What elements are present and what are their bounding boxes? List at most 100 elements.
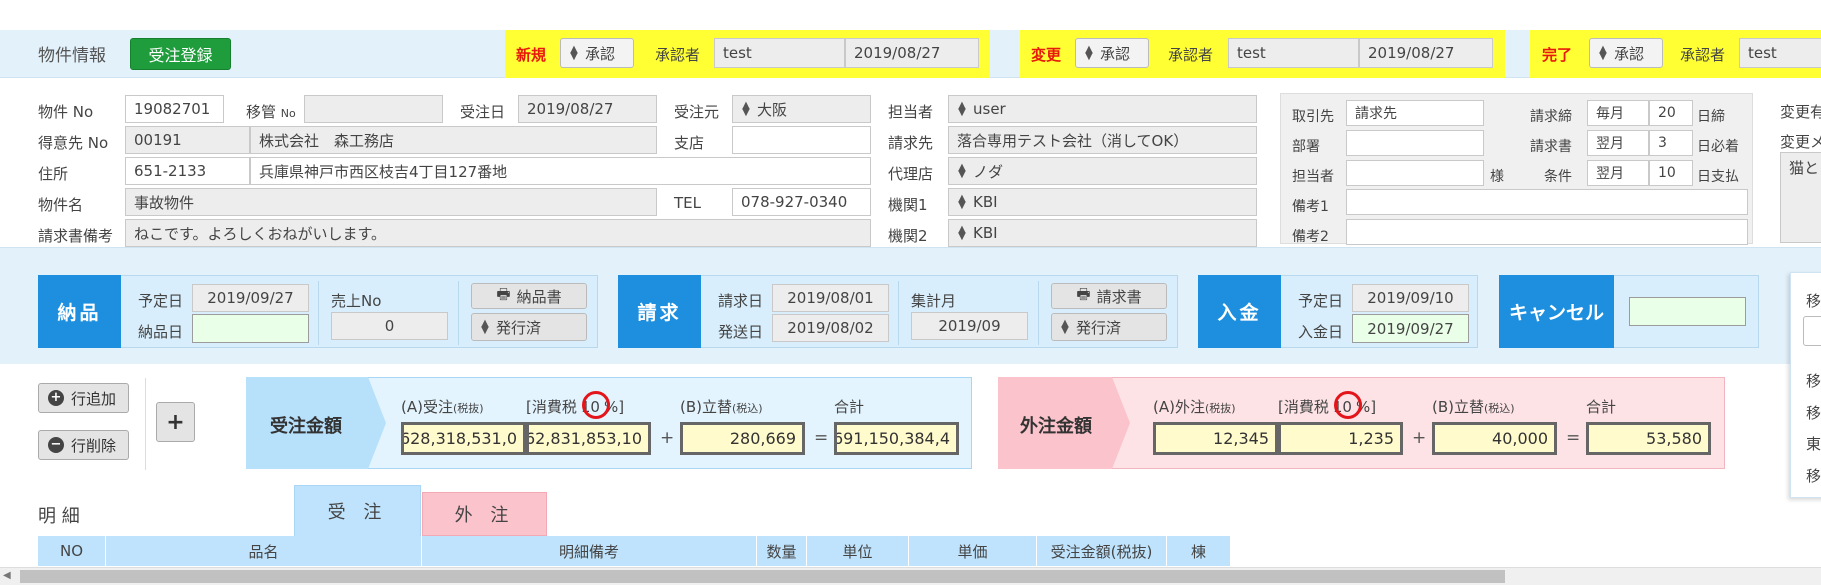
closing-day-field[interactable]: 20 (1649, 100, 1693, 126)
agency1-select[interactable]: ▲ ▼ KBI (948, 188, 1257, 216)
tab-outsource[interactable]: 外 注 (422, 492, 547, 536)
label-juchumoto: 受注元 (674, 103, 720, 121)
tab-order[interactable]: 受 注 (294, 485, 421, 536)
label-kikan2: 機関2 (888, 227, 928, 245)
scroll-left-icon[interactable]: ◀ (3, 570, 11, 581)
payment-scheduled-field[interactable]: 2019/09/10 (1352, 284, 1469, 312)
cancel-field[interactable] (1629, 297, 1746, 326)
closing-cycle-field[interactable]: 毎月 (1587, 100, 1649, 126)
order-a-field[interactable]: 628,318,531,0 (401, 422, 526, 455)
label-jusho: 住所 (38, 165, 69, 183)
highlight-circle (582, 391, 610, 419)
order-total-field[interactable]: 691,150,384,4 (834, 422, 959, 455)
outsource-a-field[interactable]: 12,345 (1153, 422, 1278, 455)
approval-new-status: 新規 (516, 46, 547, 64)
outsource-b-field[interactable]: 40,000 (1432, 422, 1557, 455)
customer-no-field[interactable]: 00191 (125, 126, 250, 154)
approver-field[interactable]: test (1739, 38, 1821, 68)
invoice-cycle-field[interactable]: 翌月 (1587, 130, 1649, 156)
col-no[interactable]: NO (38, 536, 106, 566)
delivered-date-field[interactable] (192, 314, 309, 343)
col-order-amount[interactable]: 受注金額(税抜) (1037, 536, 1167, 566)
updown-icon: ▲ ▼ (958, 162, 966, 180)
approval-change-select[interactable]: ▲ ▼ 承認 (1075, 38, 1149, 68)
updown-icon: ▲ ▼ (958, 224, 966, 242)
order-source-select[interactable]: ▲ ▼ 大阪 (732, 95, 871, 123)
zip-field[interactable]: 651-2133 (125, 157, 250, 185)
side-field[interactable] (1803, 316, 1821, 346)
payment-day-field[interactable]: 10 (1649, 160, 1693, 186)
approver-field[interactable]: test (714, 38, 845, 68)
payment-cycle-field[interactable]: 翌月 (1587, 160, 1649, 186)
label-paid: 入金日 (1298, 323, 1344, 341)
invoice-day-field[interactable]: 3 (1649, 130, 1693, 156)
billing-note1-field[interactable] (1346, 189, 1748, 215)
agency2-select[interactable]: ▲ ▼ KBI (948, 219, 1257, 247)
approver-label: 承認者 (655, 46, 701, 64)
agent-select[interactable]: ▲ ▼ ノダ (948, 157, 1257, 185)
divider (145, 378, 146, 470)
label-biko1: 備考1 (1292, 199, 1329, 215)
col-item-name[interactable]: 品名 (106, 536, 422, 566)
delivery-scheduled-field[interactable]: 2019/09/27 (192, 284, 309, 312)
delivery-print-button[interactable]: 🖶 納品書 (471, 283, 587, 309)
billing-to-field[interactable]: 落合専用テスト会社（消してOK） (948, 126, 1257, 154)
change-memo-field[interactable]: 猫と (1780, 152, 1821, 243)
branch-field[interactable] (732, 126, 871, 154)
printer-icon: 🖶 (496, 284, 511, 303)
label-shiharai: 日支払 (1697, 169, 1739, 185)
plus-sign: + (660, 428, 675, 448)
payment-title: 入金 (1198, 275, 1281, 348)
invoice-memo-field[interactable]: ねこです。よろしくおねがいします。 (125, 219, 871, 247)
col-quantity[interactable]: 数量 (757, 536, 807, 566)
order-date-field[interactable]: 2019/08/27 (518, 95, 657, 123)
outsource-total-field[interactable]: 53,580 (1586, 422, 1711, 455)
label-seikyu-biko: 請求書備考 (38, 227, 114, 245)
billing-dept-field[interactable] (1346, 130, 1484, 156)
col-detail-memo[interactable]: 明細備考 (422, 536, 757, 566)
billing-partner-field[interactable]: 請求先 (1346, 100, 1484, 126)
outsource-tax-field[interactable]: 1,235 (1278, 422, 1403, 455)
delete-row-button[interactable]: − 行削除 (38, 430, 129, 460)
invoice-issue-select[interactable]: ▲ ▼ 発行済 (1051, 313, 1167, 341)
label-billing-tanto: 担当者 (1292, 169, 1334, 185)
staff-select[interactable]: ▲ ▼ user (948, 95, 1257, 123)
scrollbar-thumb[interactable] (20, 570, 1505, 583)
col-unit-price[interactable]: 単価 (909, 536, 1037, 566)
billing-note2-field[interactable] (1346, 219, 1748, 245)
send-date-field[interactable]: 2019/08/02 (772, 314, 889, 342)
label-change-memo: 変更メ (1780, 133, 1821, 151)
tel-field[interactable]: 078-927-0340 (732, 188, 871, 216)
sales-no-field[interactable]: 0 (331, 312, 448, 340)
label-torihikisaki: 取引先 (1292, 109, 1334, 125)
paid-date-field[interactable]: 2019/09/27 (1352, 314, 1469, 343)
delivery-issue-select[interactable]: ▲ ▼ 発行済 (471, 313, 587, 341)
approval-date-field[interactable]: 2019/08/27 (845, 38, 979, 68)
approval-complete-select[interactable]: ▲ ▼ 承認 (1589, 38, 1663, 68)
billing-contact-field[interactable] (1346, 160, 1484, 186)
plus-button[interactable]: + (156, 402, 195, 442)
col-building[interactable]: 棟 (1167, 536, 1231, 566)
invoice-print-button[interactable]: 🖶 請求書 (1051, 283, 1167, 309)
property-name-field[interactable]: 事故物件 (125, 188, 657, 216)
label-tokuisaki: 得意先 No (38, 134, 109, 152)
label-tanto: 担当者 (888, 103, 934, 121)
approver-field[interactable]: test (1228, 38, 1359, 68)
month-field[interactable]: 2019/09 (911, 312, 1028, 340)
label-juchubi: 受注日 (460, 103, 506, 121)
label-hitsuchaku: 日必着 (1697, 139, 1739, 155)
order-tax-field[interactable]: 62,831,853,10 (526, 422, 651, 455)
col-unit[interactable]: 単位 (807, 536, 909, 566)
address-field[interactable]: 兵庫県神戸市西区枝吉4丁目127番地 (250, 157, 871, 185)
order-b-field[interactable]: 280,669 (680, 422, 805, 455)
bukken-no-field[interactable]: 19082701 (125, 95, 224, 123)
add-row-button[interactable]: + 行追加 (38, 383, 129, 413)
iikan-no-field[interactable] (304, 95, 443, 123)
label-sama: 様 (1490, 169, 1504, 185)
approval-date-field[interactable]: 2019/08/27 (1359, 38, 1493, 68)
approval-new-select[interactable]: ▲ ▼ 承認 (560, 38, 634, 68)
register-order-button[interactable]: 受注登録 (130, 38, 231, 70)
invoice-date-field[interactable]: 2019/08/01 (772, 284, 889, 312)
customer-name-field[interactable]: 株式会社 森工務店 (250, 126, 657, 154)
approver-label: 承認者 (1168, 46, 1214, 64)
